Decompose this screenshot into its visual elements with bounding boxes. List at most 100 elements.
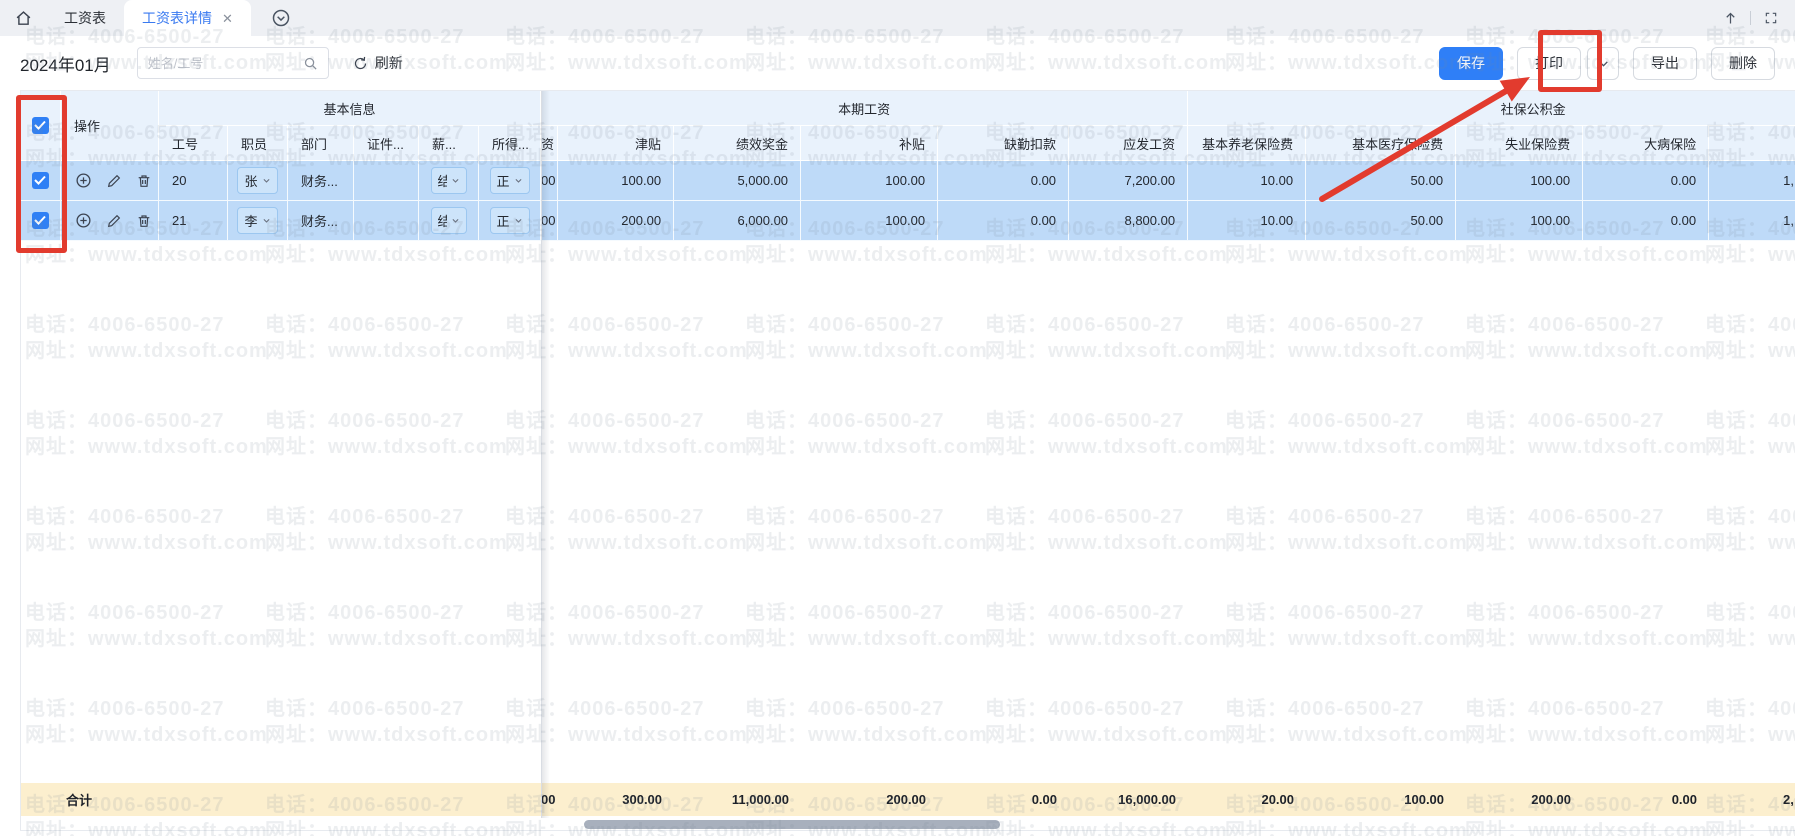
refresh-icon <box>353 56 368 71</box>
print-dropdown-button[interactable] <box>1587 47 1619 80</box>
col-header-emp-no: 工号 <box>159 126 228 161</box>
col-header-tax-type: 所得... <box>479 126 541 161</box>
plus-circle-icon <box>75 172 92 189</box>
refresh-label: 刷新 <box>375 53 403 73</box>
cell-unemployment: 100.00 <box>1456 161 1583 201</box>
salary-type-select[interactable]: 结 <box>431 167 467 194</box>
check-icon <box>34 120 46 130</box>
delete-button[interactable]: 删除 <box>1711 47 1775 80</box>
cell-perf-bonus: 5,000.00 <box>674 161 801 201</box>
scrollbar-thumb[interactable] <box>584 820 1000 829</box>
chevron-down-icon <box>451 216 460 225</box>
row-checkbox[interactable] <box>32 172 49 189</box>
total-row: 合计 00 300.00 11,000.00 200.00 0.00 16,00… <box>21 783 1795 816</box>
horizontal-scrollbar[interactable] <box>21 819 1795 830</box>
salary-type-select[interactable]: 结 <box>431 207 467 234</box>
payroll-grid: 操作 基本信息 本期工资 社保公积金 工号 职员 部门 证件... 薪... 所… <box>20 90 1795 831</box>
chevron-down-icon <box>514 176 523 185</box>
plus-circle-icon <box>75 212 92 229</box>
search-box <box>137 47 329 79</box>
delete-row-button[interactable] <box>135 172 153 190</box>
staff-select[interactable]: 李 <box>237 207 277 234</box>
chevron-down-icon <box>262 176 271 185</box>
cell-unemployment: 100.00 <box>1456 201 1583 241</box>
total-base-partial: 00 <box>541 783 558 816</box>
cell-pension: 10.00 <box>1188 161 1306 201</box>
tax-type-select[interactable]: 正 <box>490 167 530 194</box>
tab-payroll-detail[interactable]: 工资表详情 ✕ <box>124 0 251 36</box>
col-header-absence: 缺勤扣款 <box>938 126 1069 161</box>
check-icon <box>34 175 46 185</box>
row-checkbox[interactable] <box>32 212 49 229</box>
fullscreen-button[interactable] <box>1759 6 1783 30</box>
cell-gross: 7,200.00 <box>1069 161 1188 201</box>
col-header-operations: 操作 <box>61 91 159 161</box>
scroll-top-button[interactable] <box>1718 6 1742 30</box>
cell-base-partial: 00 <box>541 201 558 241</box>
col-header-dept: 部门 <box>288 126 354 161</box>
group-header-social-security: 社保公积金 <box>1188 91 1795 126</box>
col-header-unemployment: 失业保险费 <box>1456 126 1583 161</box>
cell-subsidy: 100.00 <box>801 161 938 201</box>
cell-illness: 0.00 <box>1583 161 1709 201</box>
edit-row-button[interactable] <box>105 212 123 230</box>
refresh-button[interactable]: 刷新 <box>353 53 403 73</box>
home-button[interactable] <box>0 0 46 36</box>
cell-cert <box>354 161 419 201</box>
save-button[interactable]: 保存 <box>1439 47 1503 80</box>
total-gross: 16,000.00 <box>1069 783 1188 816</box>
cell-allowance: 200.00 <box>558 201 674 241</box>
total-illness: 0.00 <box>1583 783 1709 816</box>
tax-type-value: 正 <box>497 211 510 230</box>
check-icon <box>34 215 46 225</box>
circled-chevron-down-icon <box>271 8 291 28</box>
tax-type-select[interactable]: 正 <box>490 207 530 234</box>
total-unemployment: 200.00 <box>1456 783 1583 816</box>
cell-pension: 10.00 <box>1188 201 1306 241</box>
total-housing: 2, <box>1709 783 1795 816</box>
cell-housing: 1, <box>1709 161 1795 201</box>
col-header-allowance: 津贴 <box>558 126 674 161</box>
edit-row-button[interactable] <box>105 172 123 190</box>
tab-list-button[interactable] <box>271 8 291 28</box>
col-header-cert: 证件... <box>354 126 419 161</box>
add-row-button[interactable] <box>74 172 92 190</box>
cell-dept: 财务... <box>288 201 354 241</box>
select-all-header <box>21 91 61 161</box>
salary-type-value: 结 <box>438 171 447 190</box>
cell-cert <box>354 201 419 241</box>
pencil-icon <box>106 213 122 229</box>
col-header-illness: 大病保险 <box>1583 126 1709 161</box>
staff-select[interactable]: 张 <box>237 167 277 194</box>
total-pension: 20.00 <box>1188 783 1306 816</box>
print-button[interactable]: 打印 <box>1517 47 1581 80</box>
col-header-gross: 应发工资 <box>1069 126 1188 161</box>
export-button[interactable]: 导出 <box>1633 47 1697 80</box>
staff-select-value: 张 <box>244 171 257 190</box>
cell-dept: 财务... <box>288 161 354 201</box>
tab-payroll[interactable]: 工资表 <box>46 0 124 36</box>
tax-type-value: 正 <box>497 171 510 190</box>
fullscreen-icon <box>1764 11 1778 25</box>
payroll-table: 操作 基本信息 本期工资 社保公积金 工号 职员 部门 证件... 薪... 所… <box>21 91 1795 241</box>
cell-housing: 1, <box>1709 201 1795 241</box>
select-all-checkbox[interactable] <box>32 117 49 134</box>
cell-absence: 0.00 <box>938 161 1069 201</box>
search-input[interactable] <box>148 56 303 71</box>
add-row-button[interactable] <box>74 212 92 230</box>
cell-gross: 8,800.00 <box>1069 201 1188 241</box>
window-controls <box>1718 6 1795 30</box>
cell-emp-no: 21 <box>159 201 228 241</box>
search-icon[interactable] <box>303 56 318 71</box>
tab-close-icon[interactable]: ✕ <box>222 12 233 25</box>
delete-row-button[interactable] <box>135 212 153 230</box>
table-row: 20 张 财务... 结 正 00 100.00 5,000.00 100.00… <box>21 161 1795 201</box>
cell-allowance: 100.00 <box>558 161 674 201</box>
col-header-medical: 基本医疗保险费 <box>1306 126 1456 161</box>
tab-payroll-detail-label: 工资表详情 <box>142 0 212 36</box>
cell-subsidy: 100.00 <box>801 201 938 241</box>
col-header-perf-bonus: 绩效奖金 <box>674 126 801 161</box>
toolbar-actions: 保存 打印 导出 删除 <box>1439 47 1775 80</box>
group-header-current-salary: 本期工资 <box>541 91 1188 126</box>
tab-bar: 工资表 工资表详情 ✕ <box>0 0 1795 36</box>
